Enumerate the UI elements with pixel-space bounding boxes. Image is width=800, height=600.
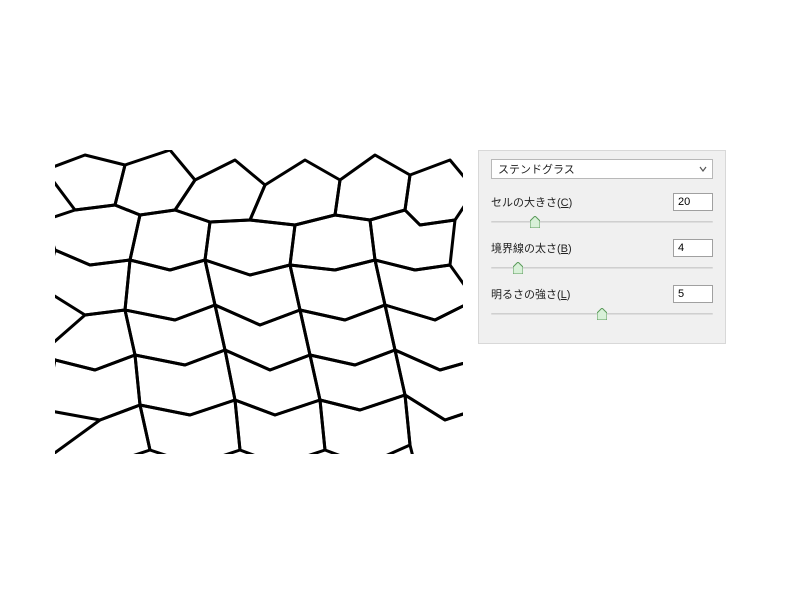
param-border-thickness: 境界線の太さ(B): [491, 239, 713, 275]
param-value-input[interactable]: [673, 193, 713, 211]
param-cell-size: セルの大きさ(C): [491, 193, 713, 229]
slider-thumb[interactable]: [597, 308, 607, 320]
filter-preview: [55, 150, 463, 454]
chevron-down-icon: [699, 165, 707, 173]
param-label: 境界線の太さ(B): [491, 240, 572, 256]
param-slider[interactable]: [491, 307, 713, 321]
param-value-input[interactable]: [673, 239, 713, 257]
param-label: セルの大きさ(C): [491, 194, 572, 210]
param-value-input[interactable]: [673, 285, 713, 303]
slider-thumb[interactable]: [513, 262, 523, 274]
slider-thumb[interactable]: [530, 216, 540, 228]
param-label: 明るさの強さ(L): [491, 286, 570, 302]
slider-rail: [491, 221, 713, 223]
filter-dropdown[interactable]: ステンドグラス: [491, 159, 713, 179]
filter-dropdown-label: ステンドグラス: [498, 161, 575, 177]
filter-settings-panel: ステンドグラス セルの大きさ(C) 境界線の太さ(B): [478, 150, 726, 344]
slider-rail: [491, 267, 713, 269]
param-slider[interactable]: [491, 261, 713, 275]
param-slider[interactable]: [491, 215, 713, 229]
param-light-intensity: 明るさの強さ(L): [491, 285, 713, 321]
